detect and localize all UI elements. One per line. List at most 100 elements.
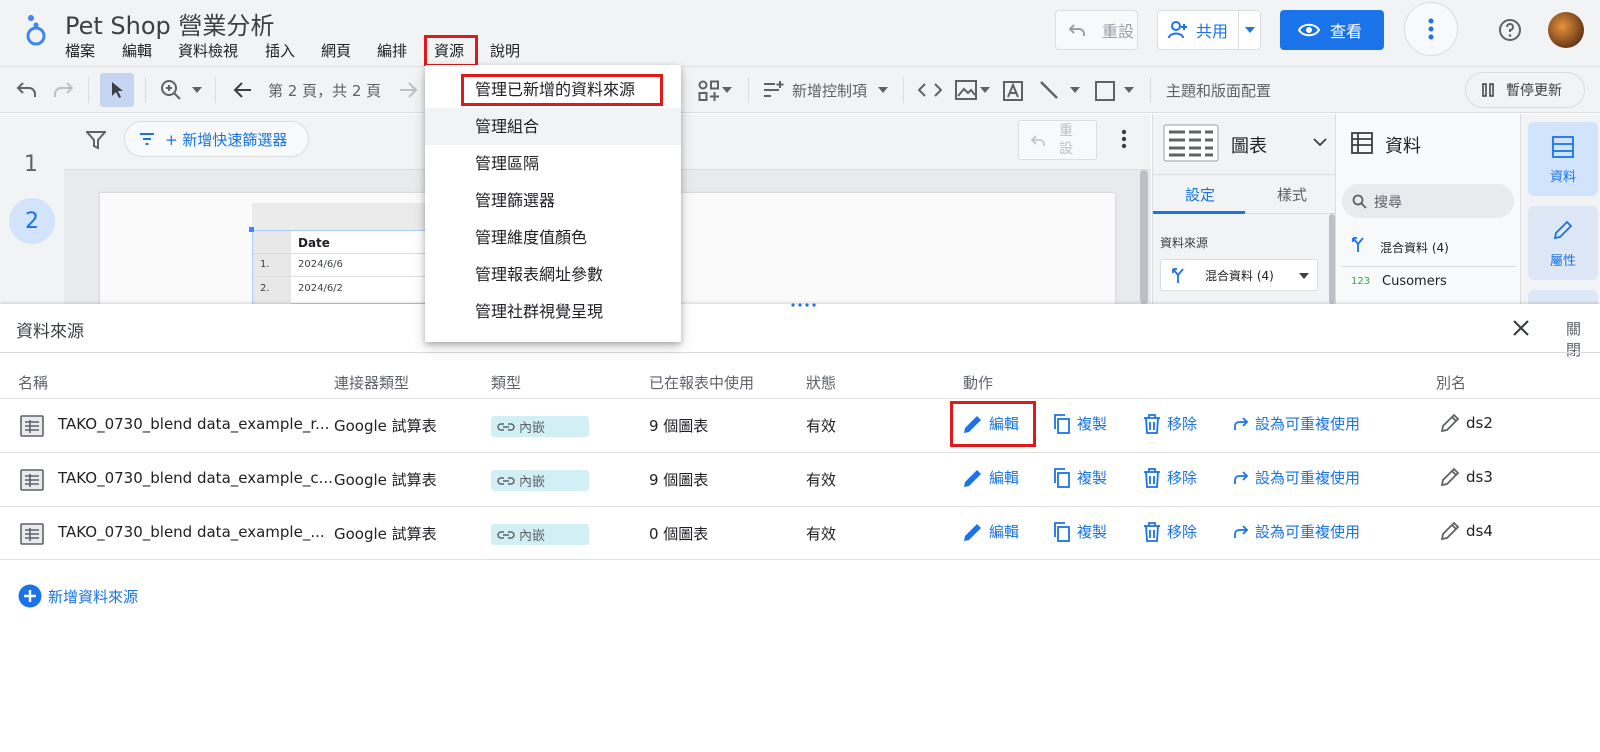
close-panel-button[interactable]: 關閉 — [1510, 316, 1592, 359]
theme-layout-button[interactable]: 主題和版面配置 — [1166, 80, 1271, 101]
data-source-name[interactable]: TAKO_0730_blend data_example_... — [58, 523, 325, 541]
zoom-dropdown-icon[interactable] — [192, 87, 202, 93]
shape-dropdown-icon[interactable] — [1124, 87, 1134, 93]
copy-button[interactable]: 複製 — [1053, 521, 1107, 542]
table-chart[interactable]: Date 1. 2024/6/6 2. 2024/6/2 — [252, 230, 433, 305]
menu-option-manage-social-visuals[interactable]: 管理社群視覺呈現 — [425, 293, 681, 330]
share-button[interactable]: 共用 — [1157, 10, 1261, 50]
image-dropdown-icon[interactable] — [980, 87, 990, 93]
text-box-icon[interactable] — [1002, 80, 1024, 102]
column-header-type[interactable]: 類型 — [491, 372, 521, 393]
help-button[interactable] — [1496, 16, 1524, 44]
edit-button[interactable]: 編輯 — [963, 521, 1019, 542]
report-title[interactable]: Pet Shop 營業分析 — [65, 6, 274, 41]
share-dropdown-icon[interactable] — [1244, 26, 1256, 34]
menu-help[interactable]: 說明 — [490, 40, 520, 61]
column-header-alias[interactable]: 別名 — [1436, 372, 1466, 393]
canvas-scrollbar[interactable] — [1140, 170, 1148, 304]
menu-arrange[interactable]: 編排 — [377, 40, 407, 61]
resize-handle[interactable] — [249, 227, 254, 232]
field-search-input[interactable]: 搜尋 — [1342, 184, 1514, 218]
side-tab-more[interactable] — [1528, 290, 1598, 304]
zoom-icon[interactable] — [160, 79, 182, 101]
more-options-button[interactable] — [1404, 2, 1458, 56]
make-reusable-button[interactable]: 設為可重複使用 — [1233, 521, 1360, 542]
side-tab-data[interactable]: 資料 — [1528, 122, 1598, 196]
menu-option-manage-blends[interactable]: 管理組合 — [425, 108, 681, 145]
remove-button[interactable]: 移除 — [1143, 413, 1197, 434]
menu-edit[interactable]: 編輯 — [122, 40, 152, 61]
data-source-name[interactable]: TAKO_0730_blend data_example_c... — [58, 469, 333, 487]
menu-page[interactable]: 網頁 — [321, 40, 351, 61]
account-avatar[interactable] — [1548, 12, 1584, 48]
type-label: 內嵌 — [519, 421, 546, 436]
column-header-usage[interactable]: 已在報表中使用 — [649, 372, 754, 393]
side-tab-properties[interactable]: 屬性 — [1528, 206, 1598, 280]
tab-style[interactable]: 樣式 — [1277, 184, 1307, 205]
redo-icon[interactable] — [52, 81, 74, 99]
make-reusable-button[interactable]: 設為可重複使用 — [1233, 413, 1360, 434]
menu-option-manage-dimension-colors[interactable]: 管理維度值顏色 — [425, 219, 681, 256]
menu-insert[interactable]: 插入 — [265, 40, 295, 61]
alias-edit[interactable]: ds4 — [1440, 521, 1493, 541]
data-panel-title: 資料 — [1385, 136, 1421, 157]
alias-edit[interactable]: ds3 — [1440, 467, 1493, 487]
toolbar-divider — [215, 77, 216, 103]
edit-button[interactable]: 編輯 — [963, 467, 1019, 488]
shape-icon[interactable] — [1094, 80, 1116, 102]
field-item[interactable]: Cusomers — [1382, 274, 1447, 289]
view-button[interactable]: 查看 — [1280, 10, 1384, 50]
add-data-source-label: 新增資料來源 — [48, 587, 139, 606]
next-page-icon[interactable] — [398, 81, 418, 99]
column-header-status[interactable]: 狀態 — [806, 372, 836, 393]
tab-setup[interactable]: 設定 — [1185, 184, 1215, 205]
menu-option-manage-segments[interactable]: 管理區隔 — [425, 145, 681, 182]
copy-label: 複製 — [1077, 469, 1108, 487]
more-vert-icon[interactable] — [1121, 129, 1127, 149]
menu-file[interactable]: 檔案 — [65, 40, 95, 61]
pause-update-button[interactable]: 暫停更新 — [1465, 72, 1585, 108]
reset-button[interactable]: 重設 — [1055, 10, 1138, 50]
chevron-down-icon[interactable] — [1313, 138, 1327, 146]
menu-view[interactable]: 資料檢視 — [178, 40, 238, 61]
column-header-name[interactable]: 名稱 — [18, 372, 48, 393]
embed-code-icon[interactable] — [918, 82, 942, 98]
remove-button[interactable]: 移除 — [1143, 521, 1197, 542]
data-source-item[interactable]: 混合資料 (4) — [1380, 239, 1449, 256]
filter-reset-button[interactable]: 重設 — [1018, 120, 1097, 160]
connector-type: Google 試算表 — [334, 471, 437, 489]
select-tool-button[interactable] — [100, 73, 134, 107]
remove-button[interactable]: 移除 — [1143, 467, 1197, 488]
make-reusable-button[interactable]: 設為可重複使用 — [1233, 467, 1360, 488]
copy-icon — [1054, 521, 1070, 542]
add-control-icon[interactable] — [763, 80, 785, 100]
data-source-name[interactable]: TAKO_0730_blend data_example_r... — [58, 415, 329, 433]
add-data-source-button[interactable]: 新增資料來源 — [18, 584, 138, 608]
edit-label: 編輯 — [989, 469, 1020, 487]
add-control-button[interactable]: 新增控制項 — [792, 80, 867, 101]
copy-button[interactable]: 複製 — [1053, 413, 1107, 434]
page-1-thumb[interactable]: 1 — [24, 152, 38, 177]
looker-studio-logo[interactable] — [22, 12, 48, 46]
filter-icon[interactable] — [86, 130, 106, 150]
line-icon[interactable] — [1038, 79, 1060, 101]
alias-edit[interactable]: ds2 — [1440, 413, 1493, 433]
table-row: TAKO_0730_blend data_example_c... Google… — [0, 452, 1600, 506]
usage-count: 9 個圖表 — [649, 471, 709, 489]
menu-option-manage-url-params[interactable]: 管理報表網址參數 — [425, 256, 681, 293]
data-source-select[interactable]: 混合資料 (4) — [1160, 259, 1318, 291]
add-quick-filter-button[interactable]: + 新增快速篩選器 — [124, 121, 309, 157]
undo-icon[interactable] — [16, 81, 38, 99]
image-icon[interactable] — [955, 80, 977, 100]
column-header-connector[interactable]: 連接器類型 — [334, 372, 409, 393]
control-dropdown-icon[interactable] — [878, 87, 888, 93]
add-component-icon[interactable] — [698, 80, 720, 102]
page-2-thumb[interactable]: 2 — [9, 198, 55, 244]
panel-resize-handle[interactable] — [790, 302, 820, 308]
copy-button[interactable]: 複製 — [1053, 467, 1107, 488]
component-dropdown-icon[interactable] — [722, 87, 732, 93]
previous-page-icon[interactable] — [233, 81, 253, 99]
share-arrow-icon — [1234, 470, 1249, 484]
line-dropdown-icon[interactable] — [1070, 87, 1080, 93]
menu-option-manage-filters[interactable]: 管理篩選器 — [425, 182, 681, 219]
